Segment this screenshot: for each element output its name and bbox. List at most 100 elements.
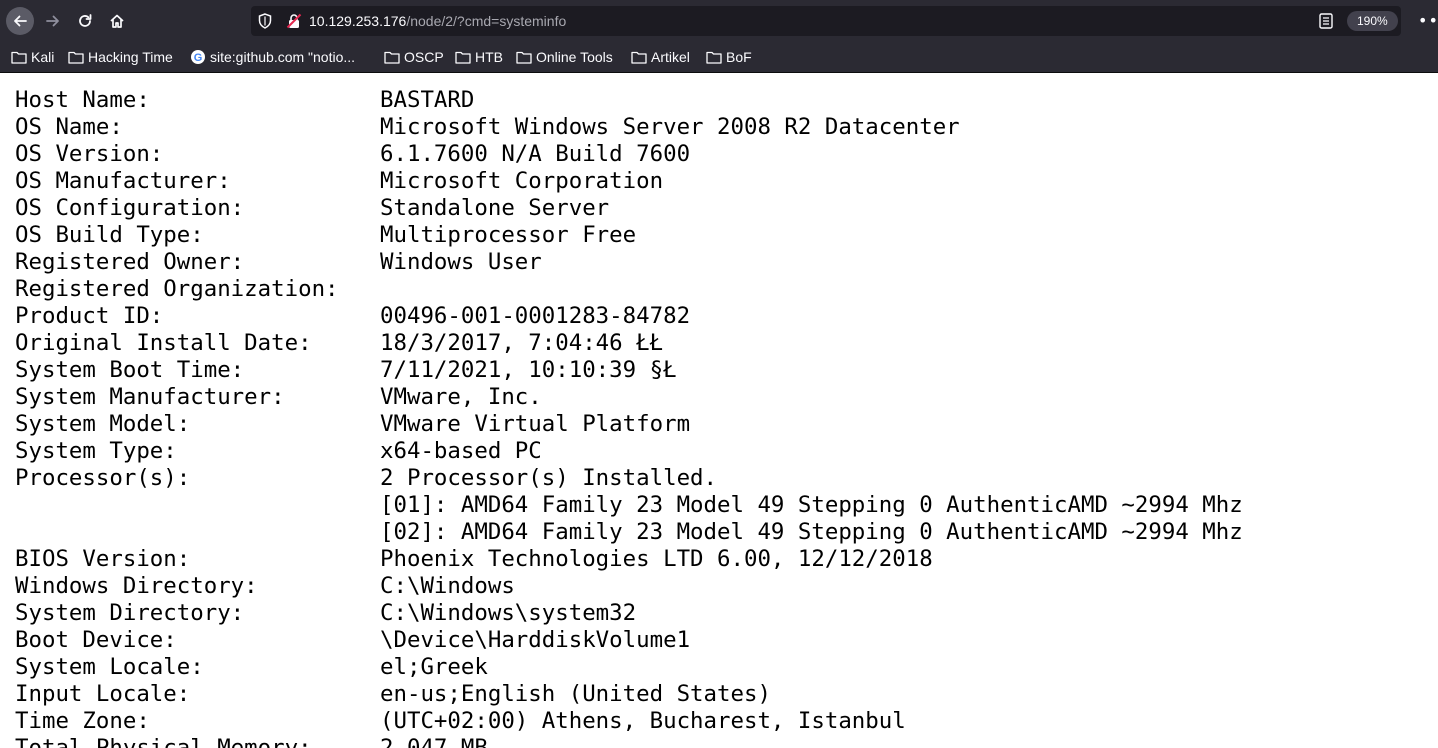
navigation-toolbar: 10.129.253.176/node/2/?cmd=systeminfo 19… <box>0 0 1438 42</box>
info-row: Registered Organization: <box>15 276 1425 303</box>
info-label: System Manufacturer: <box>15 384 285 410</box>
bookmark-online-tools[interactable]: Online Tools <box>516 47 613 67</box>
info-label: System Locale: <box>15 654 204 680</box>
bookmark-label: HTB <box>475 49 503 65</box>
info-row: OS Manufacturer: Microsoft Corporation <box>15 168 1425 195</box>
info-label: BIOS Version: <box>15 546 191 572</box>
folder-icon <box>706 51 722 64</box>
home-icon <box>110 14 124 28</box>
forward-button[interactable] <box>39 7 67 35</box>
info-value: Windows User <box>380 249 542 275</box>
bookmark-github-search[interactable]: G site:github.com "notio... <box>190 47 355 67</box>
zoom-level-badge[interactable]: 190% <box>1347 11 1398 31</box>
info-label: Original Install Date: <box>15 330 312 356</box>
bookmarks-toolbar: Kali Hacking Time G site:github.com "not… <box>0 42 1438 73</box>
info-value: [01]: AMD64 Family 23 Model 49 Stepping … <box>380 492 1243 518</box>
more-menu-icon[interactable]: ••• <box>1418 13 1438 29</box>
info-value: Standalone Server <box>380 195 610 221</box>
insecure-lock-icon[interactable] <box>286 13 302 29</box>
bookmark-label: Kali <box>31 49 55 65</box>
url-host: 10.129.253.176 <box>309 13 407 29</box>
info-row: System Directory: C:\Windows\system32 <box>15 600 1425 627</box>
bookmark-kali[interactable]: Kali <box>11 47 54 67</box>
info-value: BASTARD <box>380 87 475 113</box>
url-bar[interactable]: 10.129.253.176/node/2/?cmd=systeminfo 19… <box>251 6 1401 36</box>
info-value: 18/3/2017, 7:04:46 ŁŁ <box>380 330 664 356</box>
info-row: Windows Directory: C:\Windows <box>15 573 1425 600</box>
info-row: Total Physical Memory: 2,047 MB <box>15 735 1425 748</box>
info-value: VMware Virtual Platform <box>380 411 691 437</box>
info-value: \Device\HarddiskVolume1 <box>380 627 691 653</box>
info-row: [02]: AMD64 Family 23 Model 49 Stepping … <box>15 519 1425 546</box>
info-label: Processor(s): <box>15 465 191 491</box>
info-row: Input Locale: en-us;English (United State… <box>15 681 1425 708</box>
info-row: OS Configuration: Standalone Server <box>15 195 1425 222</box>
folder-icon <box>11 51 27 64</box>
info-row: [01]: AMD64 Family 23 Model 49 Stepping … <box>15 492 1425 519</box>
bookmark-label: OSCP <box>404 49 444 65</box>
reader-view-icon[interactable] <box>1319 13 1333 29</box>
info-row: OS Version: 6.1.7600 N/A Build 7600 <box>15 141 1425 168</box>
arrow-left-icon <box>14 15 27 27</box>
folder-icon <box>68 51 84 64</box>
bookmark-bof[interactable]: BoF <box>706 47 752 67</box>
folder-icon <box>631 51 647 64</box>
info-value: el;Greek <box>380 654 488 680</box>
info-row: System Type: x64-based PC <box>15 438 1425 465</box>
folder-icon <box>455 51 471 64</box>
bookmark-hacking-time[interactable]: Hacking Time <box>68 47 173 67</box>
info-row: OS Build Type: Multiprocessor Free <box>15 222 1425 249</box>
info-value: en-us;English (United States) <box>380 681 771 707</box>
info-value: x64-based PC <box>380 438 542 464</box>
info-row: Registered Owner: Windows User <box>15 249 1425 276</box>
info-row: System Model: VMware Virtual Platform <box>15 411 1425 438</box>
back-button[interactable] <box>6 7 34 35</box>
info-label: Product ID: <box>15 303 164 329</box>
bookmark-label: Hacking Time <box>88 49 173 65</box>
reload-button[interactable] <box>71 7 99 35</box>
info-label: Time Zone: <box>15 708 150 734</box>
folder-icon <box>384 51 400 64</box>
bookmark-artikel[interactable]: Artikel <box>631 47 690 67</box>
bookmark-htb[interactable]: HTB <box>455 47 503 67</box>
info-label: System Directory: <box>15 600 245 626</box>
info-label: OS Manufacturer: <box>15 168 231 194</box>
info-row: Host Name: BASTARD <box>15 87 1425 114</box>
info-row: Original Install Date: 18/3/2017, 7:04:46… <box>15 330 1425 357</box>
info-value: C:\Windows <box>380 573 515 599</box>
info-label: Host Name: <box>15 87 150 113</box>
info-label: Total Physical Memory: <box>15 735 312 748</box>
info-row: BIOS Version: Phoenix Technologies LTD 6.… <box>15 546 1425 573</box>
bookmark-label: Online Tools <box>536 49 613 65</box>
info-label: Boot Device: <box>15 627 177 653</box>
url-path: /node/2/?cmd=systeminfo <box>406 13 567 29</box>
info-value: Multiprocessor Free <box>380 222 637 248</box>
info-value: Microsoft Windows Server 2008 R2 Datacen… <box>380 114 960 140</box>
info-value: (UTC+02:00) Athens, Bucharest, Istanbul <box>380 708 906 734</box>
info-label: OS Configuration: <box>15 195 245 221</box>
info-value: 7/11/2021, 10:10:39 §Ł <box>380 357 677 383</box>
info-row: System Boot Time: 7/11/2021, 10:10:39 §Ł <box>15 357 1425 384</box>
info-label: OS Name: <box>15 114 123 140</box>
url-text[interactable]: 10.129.253.176/node/2/?cmd=systeminfo <box>309 12 566 30</box>
info-label: Input Locale: <box>15 681 191 707</box>
info-label: OS Build Type: <box>15 222 204 248</box>
bookmark-label: BoF <box>726 49 752 65</box>
bookmark-label: site:github.com "notio... <box>210 49 356 65</box>
bookmark-oscp[interactable]: OSCP <box>384 47 444 67</box>
browser-chrome: 10.129.253.176/node/2/?cmd=systeminfo 19… <box>0 0 1438 73</box>
info-label: System Model: <box>15 411 191 437</box>
info-row: Time Zone: (UTC+02:00) Athens, Bucharest,… <box>15 708 1425 735</box>
folder-icon <box>516 51 532 64</box>
info-label: OS Version: <box>15 141 164 167</box>
tracking-shield-icon[interactable] <box>258 13 272 29</box>
reload-icon <box>79 14 92 27</box>
info-row: OS Name: Microsoft Windows Server 2008 R2… <box>15 114 1425 141</box>
info-row: System Manufacturer: VMware, Inc. <box>15 384 1425 411</box>
home-button[interactable] <box>103 7 131 35</box>
info-row: Boot Device: \Device\HarddiskVolume1 <box>15 627 1425 654</box>
info-value: VMware, Inc. <box>380 384 542 410</box>
svg-text:G: G <box>194 52 203 64</box>
info-value: Microsoft Corporation <box>380 168 664 194</box>
info-row: Processor(s): 2 Processor(s) Installed. <box>15 465 1425 492</box>
